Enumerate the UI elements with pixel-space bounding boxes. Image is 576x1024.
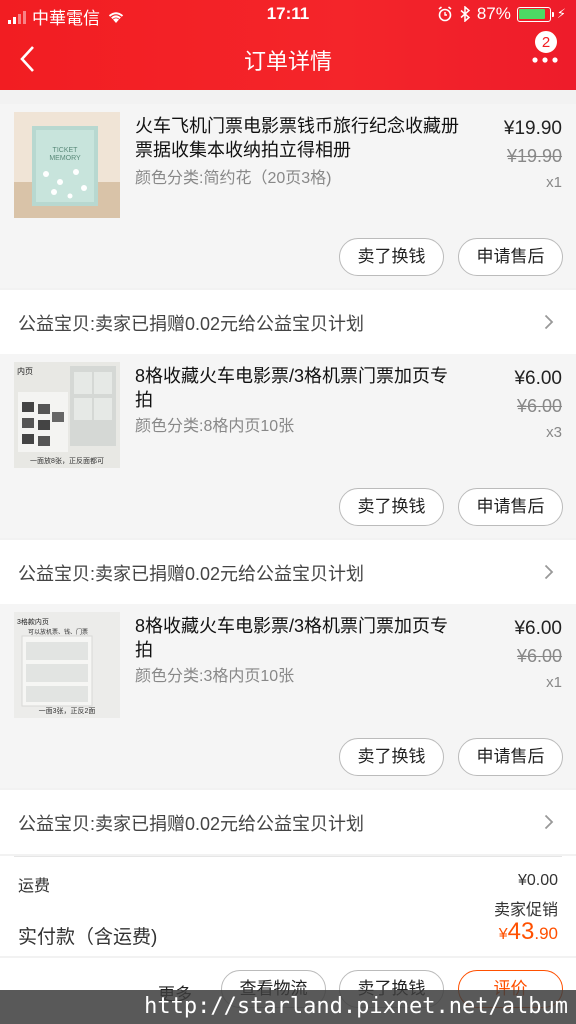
svg-text:MEMORY: MEMORY bbox=[49, 155, 81, 162]
product-price: ¥6.00 bbox=[514, 368, 562, 389]
status-right: 87% ⚡ bbox=[437, 4, 566, 24]
charity-text: 公益宝贝:卖家已捐赠0.02元给公益宝贝计划 bbox=[18, 314, 365, 334]
charging-icon: ⚡ bbox=[556, 6, 566, 21]
original-price: ¥19.90 bbox=[506, 146, 562, 166]
paid-integer: 43 bbox=[507, 918, 535, 945]
bluetooth-icon bbox=[460, 6, 470, 22]
paid-amount: ¥43.90 bbox=[499, 918, 558, 946]
product-price: ¥6.00 bbox=[514, 618, 562, 639]
svg-text:一面放8张，正反面都可: 一面放8张，正反面都可 bbox=[30, 456, 104, 465]
battery-icon bbox=[516, 6, 554, 22]
after-sale-button[interactable]: 申请售后 bbox=[458, 738, 563, 776]
chevron-right-icon bbox=[544, 814, 554, 830]
product-quantity: x3 bbox=[546, 424, 562, 441]
charity-text: 公益宝贝:卖家已捐赠0.02元给公益宝贝计划 bbox=[18, 564, 365, 584]
promo-label: 卖家促销 bbox=[493, 902, 558, 919]
product-title[interactable]: 8格收藏火车电影票/3格机票门票加页专拍 bbox=[135, 364, 460, 412]
svg-text:3格款内页: 3格款内页 bbox=[17, 617, 49, 626]
product-thumbnail[interactable]: 内页 一面放8张，正反面都可 bbox=[14, 362, 120, 468]
app-header: 中華電信 17:11 87% ⚡ 订单详情 2 bbox=[0, 0, 576, 90]
product-sku: 颜色分类:8格内页10张 bbox=[135, 418, 295, 435]
order-item[interactable]: 3格款内页 可以放机票、钱、门票 一面3张，正反2面 8格收藏火车电影票/3格机… bbox=[0, 604, 576, 788]
charity-row[interactable]: 公益宝贝:卖家已捐赠0.02元给公益宝贝计划 bbox=[0, 790, 576, 854]
status-bar: 中華電信 17:11 87% ⚡ bbox=[0, 0, 576, 30]
svg-text:内页: 内页 bbox=[17, 366, 33, 376]
charity-row[interactable]: 公益宝贝:卖家已捐赠0.02元给公益宝贝计划 bbox=[0, 540, 576, 604]
sell-button[interactable]: 卖了换钱 bbox=[339, 488, 444, 526]
sell-button[interactable]: 卖了换钱 bbox=[339, 738, 444, 776]
after-sale-button[interactable]: 申请售后 bbox=[458, 238, 563, 276]
chevron-right-icon bbox=[544, 564, 554, 580]
product-sku: 颜色分类:3格内页10张 bbox=[135, 668, 295, 685]
product-price: ¥19.90 bbox=[503, 118, 562, 139]
product-sku: 颜色分类:简约花（20页3格) bbox=[135, 170, 332, 187]
product-thumbnail[interactable]: TICKET MEMORY bbox=[14, 112, 120, 218]
order-item[interactable]: 内页 一面放8张，正反面都可 8格收藏火车电影票/3格机票门票加页专拍 颜色分类… bbox=[0, 354, 576, 538]
charity-text: 公益宝贝:卖家已捐赠0.02元给公益宝贝计划 bbox=[18, 814, 365, 834]
chevron-right-icon bbox=[544, 314, 554, 330]
svg-text:可以放机票、钱、门票: 可以放机票、钱、门票 bbox=[28, 628, 88, 636]
product-title[interactable]: 8格收藏火车电影票/3格机票门票加页专拍 bbox=[135, 614, 460, 662]
paid-label: 实付款（含运费) bbox=[18, 927, 158, 948]
svg-text:TICKET: TICKET bbox=[53, 147, 79, 154]
alarm-icon bbox=[438, 6, 452, 22]
product-title[interactable]: 火车飞机门票电影票钱币旅行纪念收藏册票据收集本收纳拍立得相册 bbox=[135, 114, 460, 162]
product-quantity: x1 bbox=[546, 674, 562, 691]
product-thumbnail[interactable]: 3格款内页 可以放机票、钱、门票 一面3张，正反2面 bbox=[14, 612, 120, 718]
charity-row[interactable]: 公益宝贝:卖家已捐赠0.02元给公益宝贝计划 bbox=[0, 290, 576, 354]
paid-decimal: .90 bbox=[534, 924, 558, 943]
shipping-value: ¥0.00 bbox=[517, 872, 558, 889]
divider bbox=[14, 856, 562, 857]
svg-text:一面3张，正反2面: 一面3张，正反2面 bbox=[39, 706, 96, 715]
watermark: http://starland.pixnet.net/album bbox=[0, 990, 576, 1024]
paid-currency: ¥ bbox=[498, 926, 508, 943]
battery-percent: 87% bbox=[476, 4, 511, 23]
payment-summary: 运费 ¥0.00 卖家促销 实付款（含运费) ¥43.90 bbox=[0, 856, 576, 956]
shipping-label: 运费 bbox=[18, 878, 51, 895]
page-title: 订单详情 bbox=[243, 49, 332, 74]
after-sale-button[interactable]: 申请售后 bbox=[458, 488, 563, 526]
order-item[interactable]: TICKET MEMORY 火车飞机门票电影票钱币旅行纪念收藏册票据收集本收纳拍… bbox=[0, 104, 576, 288]
message-badge[interactable]: 2 bbox=[534, 30, 558, 54]
original-price: ¥6.00 bbox=[516, 646, 562, 666]
sell-button[interactable]: 卖了换钱 bbox=[339, 238, 444, 276]
product-quantity: x1 bbox=[546, 174, 562, 191]
original-price: ¥6.00 bbox=[516, 396, 562, 416]
